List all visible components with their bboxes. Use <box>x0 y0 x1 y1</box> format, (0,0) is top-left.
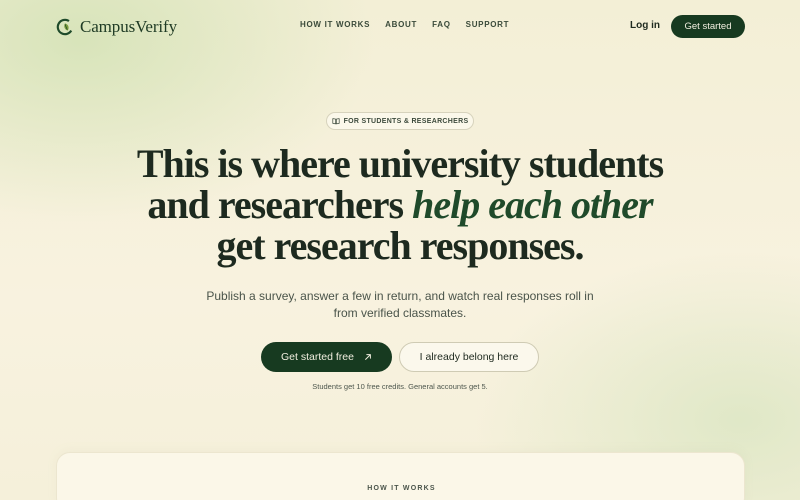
hero-headline: This is where university students and re… <box>100 143 700 266</box>
book-icon <box>332 118 340 125</box>
headline-line-2-text: and researchers <box>147 182 413 227</box>
site-header: CampusVerify HOW IT WORKS ABOUT FAQ SUPP… <box>0 0 800 52</box>
headline-line-2: and researchers help each other <box>100 184 700 225</box>
credits-note: Students get 10 free credits. General ac… <box>312 382 488 391</box>
landing-page: CampusVerify HOW IT WORKS ABOUT FAQ SUPP… <box>0 0 800 500</box>
nav-how-it-works[interactable]: HOW IT WORKS <box>300 20 370 29</box>
brand-link[interactable]: CampusVerify <box>56 15 177 39</box>
how-it-works-label: HOW IT WORKS <box>367 485 436 492</box>
nav-support[interactable]: SUPPORT <box>466 20 510 29</box>
nav-about[interactable]: ABOUT <box>385 20 417 29</box>
login-link[interactable]: Log in <box>630 20 660 31</box>
leaf-logo-icon <box>56 18 74 36</box>
headline-line-3: get research responses. <box>216 223 585 268</box>
get-started-free-label: Get started free <box>281 351 354 363</box>
brand-name: CampusVerify <box>80 17 178 36</box>
audience-badge: FOR STUDENTS & RESEARCHERS <box>326 112 474 130</box>
already-member-button[interactable]: I already belong here <box>399 342 539 372</box>
main-nav: HOW IT WORKS ABOUT FAQ SUPPORT <box>300 20 509 29</box>
hero-subtitle: Publish a survey, answer a few in return… <box>206 289 594 320</box>
audience-badge-label: FOR STUDENTS & RESEARCHERS <box>343 117 469 125</box>
headline-line-1: This is where university students <box>136 141 664 186</box>
header-get-started-button[interactable]: Get started <box>671 15 745 38</box>
headline-emphasis: help each other <box>412 182 654 227</box>
how-it-works-card: HOW IT WORKS <box>56 452 745 500</box>
arrow-up-right-icon <box>365 354 371 360</box>
nav-faq[interactable]: FAQ <box>432 20 451 29</box>
get-started-free-button[interactable]: Get started free <box>261 342 392 372</box>
